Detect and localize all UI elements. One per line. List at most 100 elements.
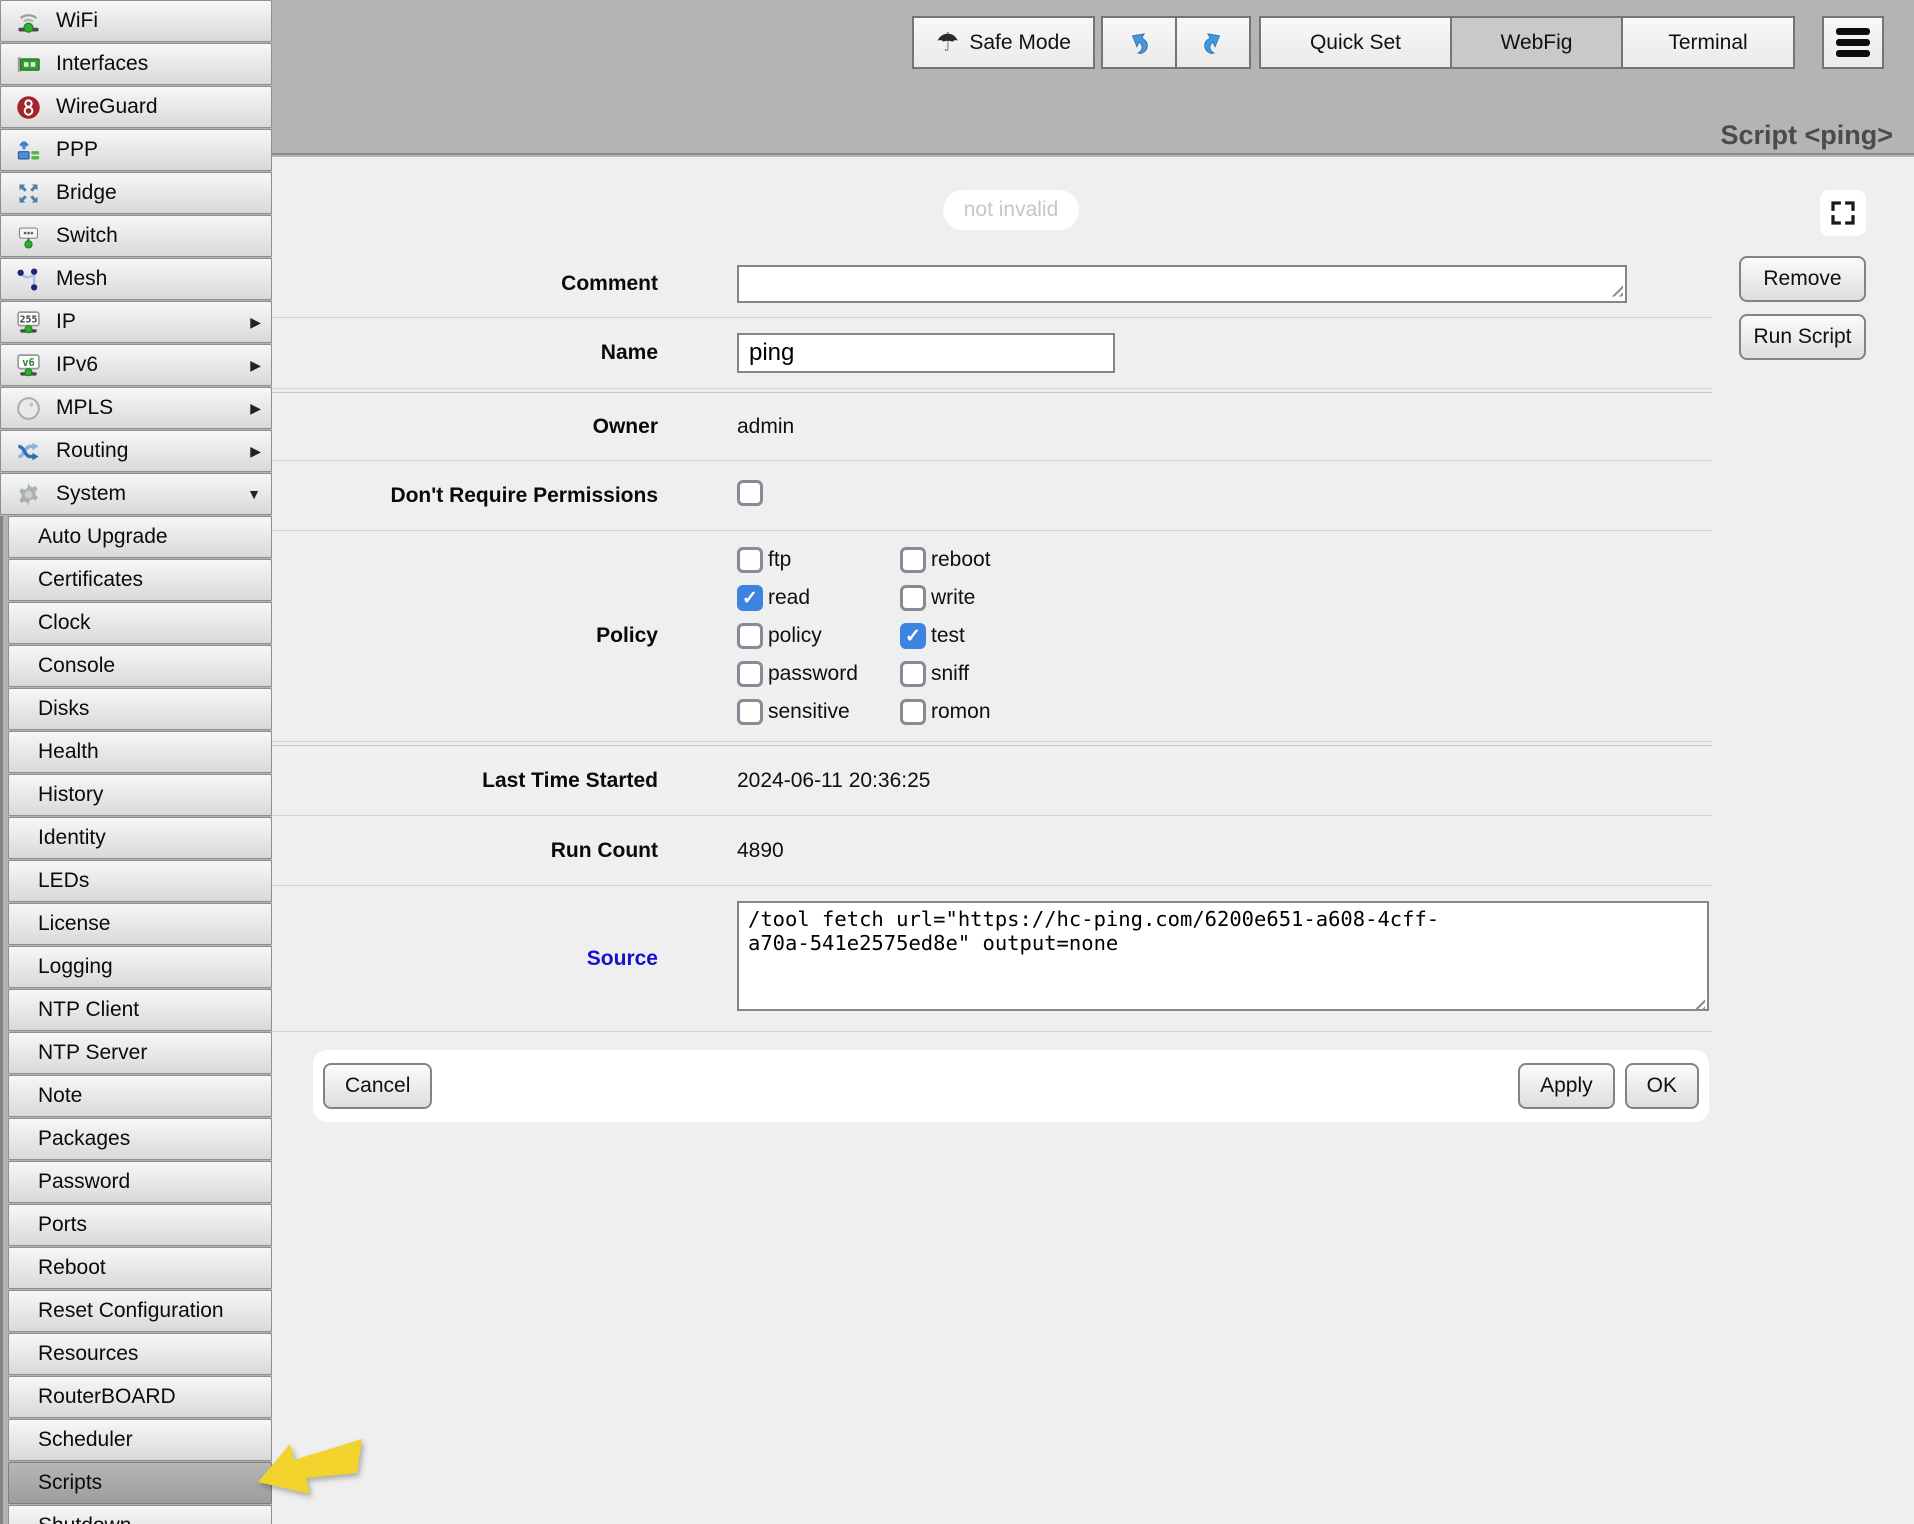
tab-terminal[interactable]: Terminal — [1621, 16, 1795, 69]
policy-option-sniff: sniff — [900, 655, 991, 693]
sidebar-item-label: System — [56, 482, 126, 506]
sidebar-item-label: Scheduler — [38, 1428, 133, 1452]
name-input[interactable] — [737, 333, 1115, 373]
safe-mode-button[interactable]: ☂ Safe Mode — [912, 16, 1095, 69]
sidebar-item-console[interactable]: Console — [8, 645, 272, 687]
sidebar-item-label: Logging — [38, 955, 113, 979]
remove-button[interactable]: Remove — [1739, 256, 1866, 302]
sidebar-item-routing[interactable]: Routing▶ — [0, 430, 272, 472]
sidebar-item-health[interactable]: Health — [8, 731, 272, 773]
sidebar-item-identity[interactable]: Identity — [8, 817, 272, 859]
policy-checkbox-sniff[interactable] — [900, 661, 926, 687]
sidebar-item-ppp[interactable]: PPP — [0, 129, 272, 171]
sidebar-item-logging[interactable]: Logging — [8, 946, 272, 988]
webfig-app: ☂ Safe Mode Quick Set WebFig Terminal Sc… — [0, 0, 1914, 1524]
run-count-row: Run Count 4890 — [272, 816, 1712, 886]
action-button-bar: Cancel Apply OK — [313, 1050, 1709, 1122]
run-script-button[interactable]: Run Script — [1739, 314, 1866, 360]
sidebar-item-label: NTP Server — [38, 1041, 147, 1065]
menu-button[interactable] — [1822, 16, 1884, 69]
sidebar-item-label: IPv6 — [56, 353, 98, 377]
policy-checkbox-sensitive[interactable] — [737, 699, 763, 725]
sidebar-item-ntp-server[interactable]: NTP Server — [8, 1032, 272, 1074]
sidebar-item-label: WiFi — [56, 9, 98, 33]
sidebar-item-certificates[interactable]: Certificates — [8, 559, 272, 601]
script-form: Comment Name Owner admin — [272, 250, 1712, 1032]
comment-label: Comment — [272, 272, 658, 296]
policy-option-test: test — [900, 617, 991, 655]
sidebar-item-packages[interactable]: Packages — [8, 1118, 272, 1160]
policy-option-label: sniff — [931, 662, 969, 686]
sidebar-item-wifi[interactable]: WiFi — [0, 0, 272, 42]
sidebar-item-label: WireGuard — [56, 95, 158, 119]
policy-option-label: write — [931, 586, 975, 610]
sidebar-item-shutdown[interactable]: Shutdown — [8, 1505, 272, 1524]
redo-button[interactable] — [1175, 16, 1251, 69]
sidebar-item-mpls[interactable]: MPLS▶ — [0, 387, 272, 429]
ok-button[interactable]: OK — [1625, 1063, 1699, 1109]
sidebar-item-password[interactable]: Password — [8, 1161, 272, 1203]
sidebar-item-mesh[interactable]: Mesh — [0, 258, 272, 300]
sidebar-item-routerboard[interactable]: RouterBOARD — [8, 1376, 272, 1418]
sidebar-system-submenu: Auto Upgrade CertificatesClockConsoleDisk… — [0, 516, 272, 1524]
tab-quick-set[interactable]: Quick Set — [1259, 16, 1452, 69]
undo-button[interactable] — [1101, 16, 1177, 69]
sidebar-item-system[interactable]: System ▼ — [0, 473, 272, 515]
sidebar-item-history[interactable]: History — [8, 774, 272, 816]
policy-option-label: sensitive — [768, 700, 850, 724]
source-label: Source — [272, 947, 658, 971]
sidebar: WiFi Interfaces WireGuard PPP Bridge Switch Me… — [0, 0, 272, 1524]
policy-checkbox-test[interactable] — [900, 623, 926, 649]
sidebar-item-leds[interactable]: LEDs — [8, 860, 272, 902]
sidebar-item-resources[interactable]: Resources — [8, 1333, 272, 1375]
svg-text:v6: v6 — [22, 357, 35, 369]
sidebar-item-reboot[interactable]: Reboot — [8, 1247, 272, 1289]
sidebar-item-clock[interactable]: Clock — [8, 602, 272, 644]
sidebar-item-ipv6[interactable]: v6IPv6▶ — [0, 344, 272, 386]
tab-webfig[interactable]: WebFig — [1450, 16, 1623, 69]
sidebar-item-auto-upgrade[interactable]: Auto Upgrade — [8, 516, 272, 558]
sidebar-item-note[interactable]: Note — [8, 1075, 272, 1117]
sidebar-item-label: RouterBOARD — [38, 1385, 176, 1409]
wireguard-icon — [13, 93, 43, 121]
fullscreen-button[interactable] — [1820, 190, 1866, 236]
comment-row: Comment — [272, 250, 1712, 318]
comment-input[interactable] — [737, 265, 1627, 303]
source-textarea[interactable]: /tool fetch url="https://hc-ping.com/620… — [737, 901, 1709, 1011]
policy-checkbox-romon[interactable] — [900, 699, 926, 725]
cancel-button[interactable]: Cancel — [323, 1063, 432, 1109]
policy-checkbox-read[interactable] — [737, 585, 763, 611]
sidebar-item-ntp-client[interactable]: NTP Client — [8, 989, 272, 1031]
sidebar-item-ports[interactable]: Ports — [8, 1204, 272, 1246]
policy-checkbox-ftp[interactable] — [737, 547, 763, 573]
sidebar-item-bridge[interactable]: Bridge — [0, 172, 272, 214]
chevron-down-icon: ▼ — [247, 486, 261, 502]
sidebar-item-label: Interfaces — [56, 52, 148, 76]
sidebar-item-label: LEDs — [38, 869, 89, 893]
sidebar-item-label: PPP — [56, 138, 98, 162]
policy-column-2: rebootwritetestsniffromon — [900, 541, 991, 731]
sidebar-item-label: Reset Configuration — [38, 1299, 224, 1323]
sidebar-item-label: Packages — [38, 1127, 130, 1151]
bridge-icon — [13, 179, 43, 207]
sidebar-item-label: Switch — [56, 224, 118, 248]
policy-checkbox-write[interactable] — [900, 585, 926, 611]
policy-checkbox-reboot[interactable] — [900, 547, 926, 573]
sidebar-item-interfaces[interactable]: Interfaces — [0, 43, 272, 85]
sidebar-item-disks[interactable]: Disks — [8, 688, 272, 730]
sidebar-item-reset-configuration[interactable]: Reset Configuration — [8, 1290, 272, 1332]
chevron-right-icon: ▶ — [250, 400, 261, 417]
sidebar-item-wireguard[interactable]: WireGuard — [0, 86, 272, 128]
sidebar-item-switch[interactable]: Switch — [0, 215, 272, 257]
page-title: Script <ping> — [1720, 120, 1893, 151]
sidebar-item-license[interactable]: License — [8, 903, 272, 945]
sidebar-item-label: Auto Upgrade — [38, 525, 168, 549]
policy-checkbox-policy[interactable] — [737, 623, 763, 649]
sidebar-item-ip[interactable]: 255IP▶ — [0, 301, 272, 343]
sidebar-item-label: Note — [38, 1084, 82, 1108]
dont-require-permissions-checkbox[interactable] — [737, 480, 763, 506]
apply-button[interactable]: Apply — [1518, 1063, 1615, 1109]
policy-checkbox-password[interactable] — [737, 661, 763, 687]
sidebar-item-scripts[interactable]: Scripts — [8, 1462, 272, 1504]
sidebar-item-scheduler[interactable]: Scheduler — [8, 1419, 272, 1461]
